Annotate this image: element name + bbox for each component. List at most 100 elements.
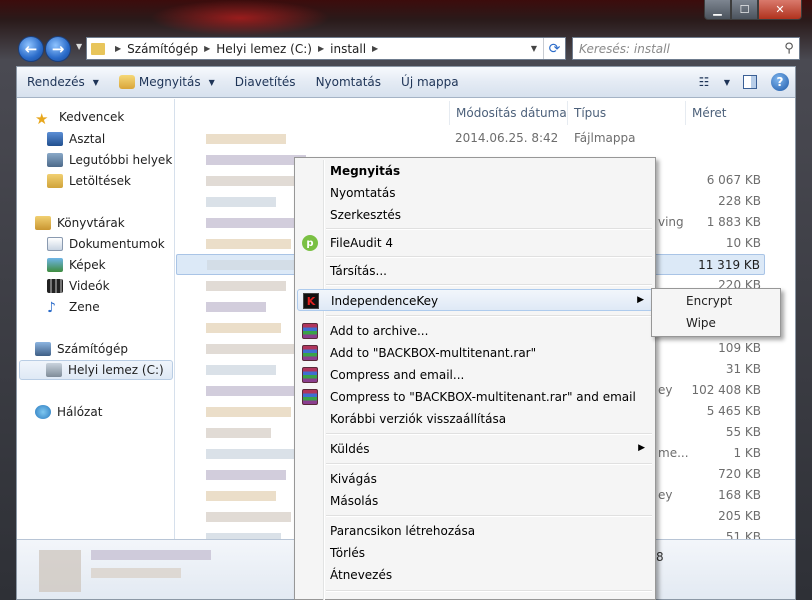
network-icon: [35, 405, 51, 419]
fileaudit-icon: p: [302, 235, 318, 251]
menu-item-fileaudit-label: FileAudit 4: [330, 236, 393, 250]
menu-item-print-label: Nyomtatás: [330, 186, 396, 200]
maximize-button[interactable]: ☐: [731, 0, 758, 20]
nav-documents[interactable]: Dokumentumok: [47, 234, 165, 254]
winrar-icon: [302, 323, 318, 339]
libraries-icon: [35, 216, 51, 230]
menu-item-compress-rar-email-label: Compress to "BACKBOX-multitenant.rar" an…: [330, 390, 636, 404]
row-size: 1 KB: [733, 446, 761, 460]
blurred-thumbnail: [39, 550, 81, 592]
help-button[interactable]: ?: [765, 67, 795, 98]
star-icon: ★: [35, 110, 49, 128]
context-menu: Megnyitás Nyomtatás Szerkesztés p FileAu…: [294, 157, 656, 600]
row-size: 168 KB: [718, 488, 761, 502]
new-folder-button[interactable]: Új mappa: [391, 67, 469, 98]
submenu-arrow-icon: ▶: [637, 295, 644, 305]
recent-pages-dropdown-icon[interactable]: ▼: [76, 42, 82, 51]
nav-favorites[interactable]: ★ Kedvencek: [35, 107, 124, 128]
independencekey-submenu: Encrypt Wipe: [651, 288, 781, 337]
column-type[interactable]: Típus: [567, 101, 685, 125]
address-bar[interactable]: ▶ Számítógép ▶ Helyi lemez (C:) ▶ instal…: [86, 37, 566, 60]
winrar-icon: [302, 367, 318, 383]
blurred-filename: [206, 155, 306, 165]
view-dropdown-icon[interactable]: ▼: [719, 67, 735, 98]
organize-button[interactable]: Rendezés ▼: [17, 67, 109, 98]
nav-computer[interactable]: Számítógép: [35, 339, 128, 359]
navigation-pane: ★ Kedvencek Asztal Legutóbbi helyek Letö…: [17, 99, 175, 539]
menu-item-open[interactable]: Megnyitás: [297, 160, 653, 182]
blurred-filename: [206, 407, 291, 417]
menu-item-rename[interactable]: Átnevezés: [297, 564, 653, 586]
winrar-icon: [302, 345, 318, 361]
blurred-details: [91, 568, 181, 578]
computer-icon: [35, 342, 51, 356]
submenu-item-wipe[interactable]: Wipe: [686, 316, 716, 330]
menu-item-cut-label: Kivágás: [330, 472, 377, 486]
submenu-item-encrypt[interactable]: Encrypt: [686, 294, 732, 308]
breadcrumb-separator-icon[interactable]: ▶: [372, 44, 378, 53]
blurred-filename: [206, 239, 291, 249]
menu-item-compress-email[interactable]: Compress and email...: [297, 364, 653, 386]
menu-item-restore-versions[interactable]: Korábbi verziók visszaállítása: [297, 408, 653, 430]
preview-pane-button[interactable]: [735, 67, 765, 98]
back-button[interactable]: ←: [18, 36, 44, 62]
nav-recent[interactable]: Legutóbbi helyek: [47, 150, 172, 170]
menu-item-cut[interactable]: Kivágás: [297, 468, 653, 490]
search-icon[interactable]: ⚲: [779, 41, 799, 56]
row-type: me...: [658, 446, 689, 460]
breadcrumb-separator-icon[interactable]: ▶: [115, 44, 121, 53]
nav-libraries[interactable]: Könyvtárak: [35, 213, 125, 233]
menu-item-add-to-rar[interactable]: Add to "BACKBOX-multitenant.rar": [297, 342, 653, 364]
open-button[interactable]: Megnyitás ▼: [109, 67, 225, 98]
table-row[interactable]: 2014.06.25. 8:42 Fájlmappa: [176, 128, 795, 149]
breadcrumb-separator-icon[interactable]: ▶: [318, 44, 324, 53]
menu-item-create-shortcut[interactable]: Parancsikon létrehozása: [297, 520, 653, 542]
row-type: Fájlmappa: [574, 131, 636, 145]
menu-item-delete[interactable]: Törlés: [297, 542, 653, 564]
breadcrumb-install[interactable]: install: [330, 42, 366, 56]
menu-item-compress-rar-email[interactable]: Compress to "BACKBOX-multitenant.rar" an…: [297, 386, 653, 408]
menu-item-print[interactable]: Nyomtatás: [297, 182, 653, 204]
menu-item-delete-label: Törlés: [330, 546, 366, 560]
nav-network-label: Hálózat: [57, 405, 103, 419]
breadcrumb-computer[interactable]: Számítógép: [127, 42, 198, 56]
breadcrumb-local-disk[interactable]: Helyi lemez (C:): [216, 42, 312, 56]
menu-item-add-to-archive-label: Add to archive...: [330, 324, 429, 338]
column-modified[interactable]: Módosítás dátuma: [449, 101, 567, 125]
nav-network[interactable]: Hálózat: [35, 402, 102, 422]
drive-icon: [46, 363, 62, 377]
search-input[interactable]: Keresés: install ⚲: [572, 37, 800, 60]
menu-item-edit[interactable]: Szerkesztés: [297, 204, 653, 226]
close-button[interactable]: ✕: [758, 0, 802, 20]
nav-recent-label: Legutóbbi helyek: [69, 153, 173, 167]
menu-item-copy[interactable]: Másolás: [297, 490, 653, 512]
nav-desktop[interactable]: Asztal: [47, 129, 105, 149]
nav-downloads[interactable]: Letöltések: [47, 171, 131, 191]
menu-separator: [326, 228, 652, 230]
menu-item-add-to-archive[interactable]: Add to archive...: [297, 320, 653, 342]
menu-item-fileaudit[interactable]: p FileAudit 4: [297, 232, 653, 254]
column-size[interactable]: Méret: [685, 101, 795, 125]
nav-videos[interactable]: Videók: [47, 276, 110, 296]
minimize-button[interactable]: ▁: [704, 0, 731, 20]
breadcrumb-separator-icon[interactable]: ▶: [204, 44, 210, 53]
caption-buttons: ▁ ☐ ✕: [704, 0, 802, 20]
menu-item-independencekey[interactable]: K IndependenceKey ▶: [297, 289, 653, 311]
forward-button[interactable]: →: [45, 36, 71, 62]
nav-music[interactable]: ♪ Zene: [47, 297, 100, 317]
row-size: 102 408 KB: [691, 383, 761, 397]
menu-item-send-to[interactable]: Küldés ▶: [297, 438, 653, 460]
refresh-icon[interactable]: ⟳: [543, 38, 565, 59]
view-options-icon[interactable]: ☷: [689, 67, 719, 98]
slideshow-button[interactable]: Diavetítés: [225, 67, 306, 98]
nav-pictures-label: Képek: [69, 258, 106, 272]
menu-item-open-with[interactable]: Társítás...: [297, 260, 653, 282]
nav-pictures[interactable]: Képek: [47, 255, 106, 275]
menu-separator: [326, 590, 652, 592]
nav-local-disk[interactable]: Helyi lemez (C:): [19, 360, 173, 380]
menu-item-create-shortcut-label: Parancsikon létrehozása: [330, 524, 476, 538]
print-button[interactable]: Nyomtatás: [306, 67, 391, 98]
address-dropdown-icon[interactable]: ▼: [525, 44, 543, 53]
row-size: 55 KB: [725, 425, 761, 439]
menu-item-send-to-label: Küldés: [330, 442, 370, 456]
